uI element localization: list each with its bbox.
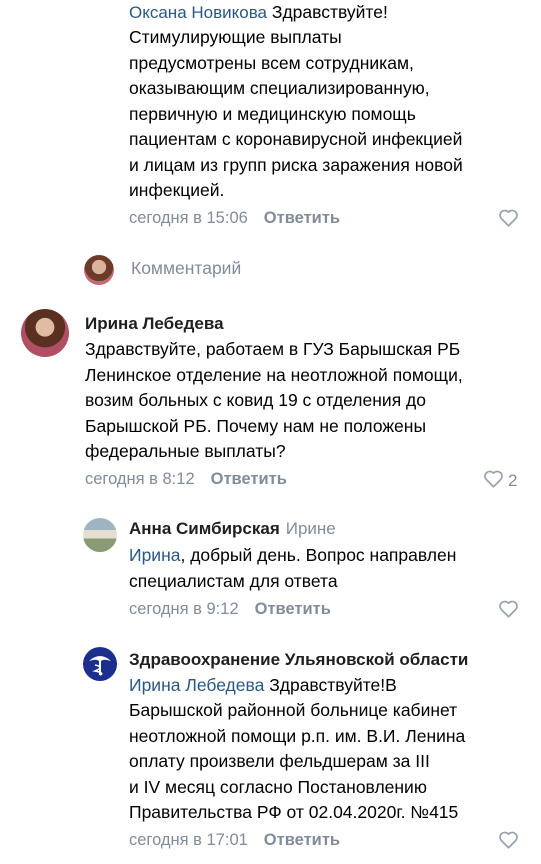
- reply-button[interactable]: Ответить: [255, 597, 331, 621]
- timestamp: сегодня в 17:01: [129, 831, 248, 849]
- comment-meta: сегодня в 9:12 Ответить: [129, 597, 331, 621]
- comment-meta: сегодня в 15:06 Ответить: [129, 206, 340, 230]
- mention-link[interactable]: Ирина Лебедева: [129, 675, 264, 695]
- heart-icon: [498, 830, 519, 854]
- like-button[interactable]: 2: [483, 469, 517, 493]
- avatar[interactable]: [21, 309, 69, 357]
- heart-icon: [498, 208, 519, 232]
- author-name[interactable]: Здравоохранение Ульяновской области: [129, 648, 468, 672]
- heart-icon: [498, 599, 519, 623]
- comment-text: Ирина, добрый день. Вопрос направлен спе…: [129, 543, 529, 594]
- comment-text-first: Здравствуйте!В: [264, 675, 397, 695]
- comment-input-row[interactable]: Комментарий: [0, 255, 541, 285]
- my-avatar: [84, 255, 114, 285]
- heart-icon: [483, 469, 504, 493]
- timestamp: сегодня в 8:12: [85, 470, 195, 488]
- avatar[interactable]: [83, 518, 117, 552]
- like-button[interactable]: [498, 208, 519, 232]
- comment-text: Стимулирующие выплаты предусмотрены всем…: [129, 27, 463, 200]
- comment-meta: сегодня в 17:01 Ответить: [129, 828, 340, 852]
- comment-input[interactable]: Комментарий: [131, 258, 241, 279]
- reply-to[interactable]: Ирине: [286, 519, 336, 538]
- comment-meta: сегодня в 8:12 Ответить: [85, 467, 287, 491]
- comment-text-first: Здравствуйте!: [267, 2, 388, 22]
- reply-button[interactable]: Ответить: [264, 206, 340, 230]
- reply-button[interactable]: Ответить: [211, 467, 287, 491]
- timestamp: сегодня в 15:06: [129, 209, 248, 227]
- comment-text: Здравствуйте, работаем в ГУЗ Барышская Р…: [85, 339, 463, 461]
- avatar[interactable]: [83, 647, 117, 681]
- mention-link[interactable]: Ирина: [129, 545, 180, 565]
- like-button[interactable]: [498, 599, 519, 623]
- author-name[interactable]: Ирина Лебедева: [85, 312, 224, 336]
- comment-text: Барышской районной больнице кабинет неот…: [129, 700, 466, 822]
- like-button[interactable]: [498, 830, 519, 854]
- caduceus-icon: [83, 647, 117, 681]
- reply-button[interactable]: Ответить: [264, 828, 340, 852]
- author-name[interactable]: Анна Симбирская: [129, 519, 280, 538]
- like-count: 2: [508, 471, 518, 490]
- timestamp: сегодня в 9:12: [129, 600, 239, 618]
- author-name[interactable]: Оксана Новикова: [129, 3, 267, 22]
